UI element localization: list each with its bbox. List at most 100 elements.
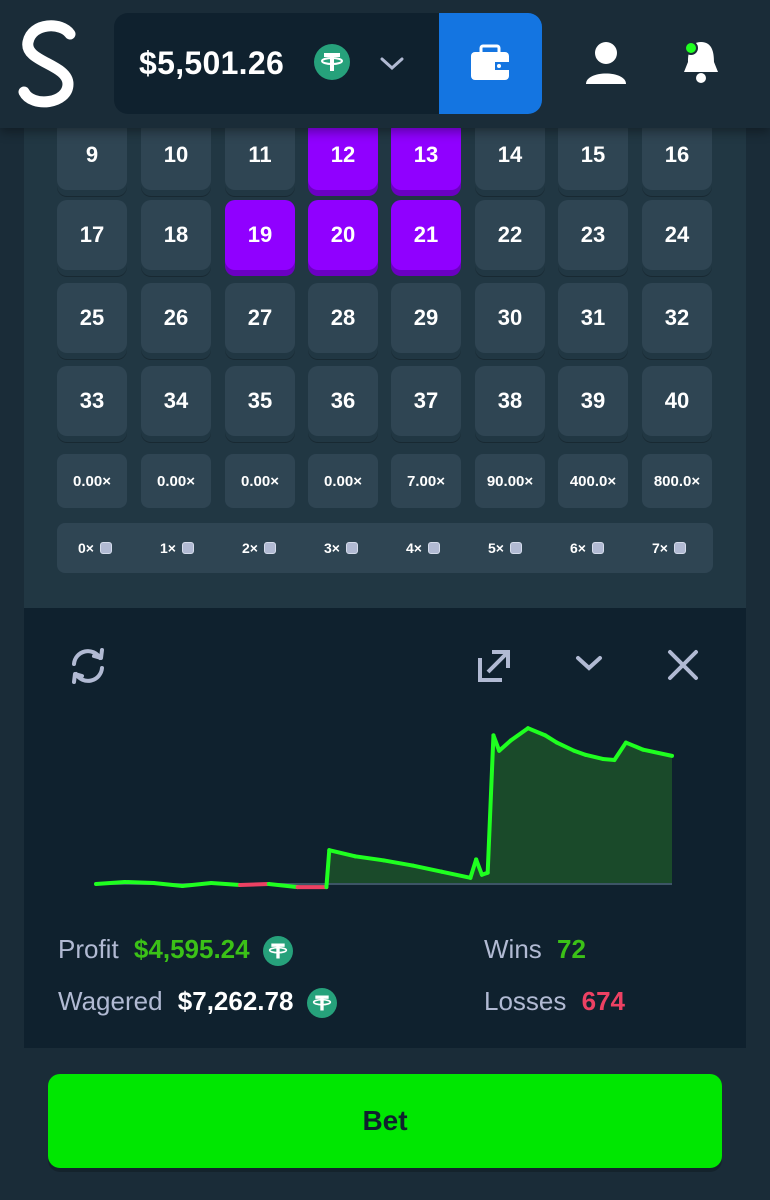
tether-icon <box>262 936 293 967</box>
wagered-value: $7,262.78 <box>177 986 294 1016</box>
chevron-down-icon <box>380 57 404 71</box>
balance-selector[interactable]: $5,501.26 <box>114 13 440 114</box>
number-tile[interactable]: 9 <box>57 120 127 190</box>
number-tile[interactable]: 18 <box>141 200 211 270</box>
number-tile[interactable]: 40 <box>642 366 712 436</box>
number-tile[interactable]: 38 <box>475 366 545 436</box>
hit-count-label: 0× <box>78 540 94 556</box>
number-tile[interactable]: 32 <box>642 283 712 353</box>
number-tile[interactable]: 22 <box>475 200 545 270</box>
popout-icon[interactable] <box>476 646 514 684</box>
number-tile[interactable]: 33 <box>57 366 127 436</box>
top-bar: $5,501.26 <box>0 0 770 128</box>
hit-count-item: 1× <box>160 523 194 573</box>
stake-logo[interactable] <box>18 20 82 110</box>
gem-icon <box>591 542 604 554</box>
hit-count-label: 3× <box>324 540 340 556</box>
notification-dot <box>684 41 698 55</box>
wagered-row: Wagered $7,262.78 <box>58 986 337 1019</box>
payout-multiplier: 0.00× <box>141 454 211 508</box>
losses-row: Losses 674 <box>484 986 625 1017</box>
profit-line-segment <box>238 882 271 888</box>
hit-count-label: 6× <box>570 540 586 556</box>
hit-count-label: 5× <box>488 540 504 556</box>
hit-count-item: 6× <box>570 523 604 573</box>
hit-count-label: 2× <box>242 540 258 556</box>
number-tile[interactable]: 23 <box>558 200 628 270</box>
profit-chart <box>94 726 674 890</box>
gem-icon <box>345 542 358 554</box>
losses-value: 674 <box>581 986 626 1016</box>
payout-multiplier: 800.0× <box>642 454 712 508</box>
bell-icon[interactable] <box>678 38 724 86</box>
bet-button[interactable]: Bet <box>48 1074 722 1168</box>
close-icon[interactable] <box>666 648 700 682</box>
number-tile[interactable]: 20 <box>308 200 378 270</box>
hit-count-item: 2× <box>242 523 276 573</box>
hit-count-item: 3× <box>324 523 358 573</box>
hit-count-item: 7× <box>652 523 686 573</box>
number-tile[interactable]: 14 <box>475 120 545 190</box>
profit-value: $4,595.24 <box>133 934 250 964</box>
number-tile[interactable]: 37 <box>391 366 461 436</box>
profit-label: Profit <box>58 934 119 964</box>
number-tile[interactable]: 17 <box>57 200 127 270</box>
gem-icon <box>181 542 194 554</box>
payout-multiplier: 0.00× <box>308 454 378 508</box>
number-tile[interactable]: 13 <box>391 120 461 190</box>
hit-count-item: 4× <box>406 523 440 573</box>
profit-line-segment <box>94 879 127 886</box>
tether-icon <box>306 988 337 1019</box>
number-tile[interactable]: 26 <box>141 283 211 353</box>
payout-multiplier: 0.00× <box>57 454 127 508</box>
tether-icon <box>314 44 350 80</box>
number-tile[interactable]: 35 <box>225 366 295 436</box>
profit-row: Profit $4,595.24 <box>58 934 293 967</box>
payout-multiplier: 400.0× <box>558 454 628 508</box>
hit-count-label: 4× <box>406 540 422 556</box>
number-tile[interactable]: 19 <box>225 200 295 270</box>
number-tile[interactable]: 21 <box>391 200 461 270</box>
wins-value: 72 <box>557 934 586 964</box>
losses-label: Losses <box>484 986 567 1016</box>
user-icon[interactable] <box>584 40 628 86</box>
hit-count-item: 0× <box>78 523 112 573</box>
number-tile[interactable]: 29 <box>391 283 461 353</box>
wallet-button[interactable] <box>439 13 542 114</box>
refresh-icon[interactable] <box>66 646 110 686</box>
wallet-icon <box>471 44 509 80</box>
number-tile[interactable]: 31 <box>558 283 628 353</box>
number-tile[interactable]: 30 <box>475 283 545 353</box>
number-tile[interactable]: 16 <box>642 120 712 190</box>
profit-line-segment <box>122 879 156 885</box>
hit-count-label: 1× <box>160 540 176 556</box>
profit-area <box>96 728 672 888</box>
number-tile[interactable]: 39 <box>558 366 628 436</box>
wins-label: Wins <box>484 934 542 964</box>
number-tile[interactable]: 34 <box>141 366 211 436</box>
number-tile[interactable]: 28 <box>308 283 378 353</box>
gem-icon <box>509 542 522 554</box>
gem-icon <box>99 542 112 554</box>
keno-board: 9 10 11 12 13 14 15 16 17 18 19 20 21 22 23 24 25 26 27 28 2… <box>24 120 746 608</box>
balance-amount: $5,501.26 <box>139 45 285 81</box>
number-tile[interactable]: 10 <box>141 120 211 190</box>
payout-multiplier: 7.00× <box>391 454 461 508</box>
hit-count-label: 7× <box>652 540 668 556</box>
payout-multiplier: 0.00× <box>225 454 295 508</box>
number-tile[interactable]: 15 <box>558 120 628 190</box>
payout-multiplier: 90.00× <box>475 454 545 508</box>
number-tile[interactable]: 27 <box>225 283 295 353</box>
chevron-down-icon[interactable] <box>574 652 604 674</box>
wins-row: Wins 72 <box>484 934 586 965</box>
wagered-label: Wagered <box>58 986 163 1016</box>
number-tile[interactable]: 24 <box>642 200 712 270</box>
gem-icon <box>673 542 686 554</box>
number-tile[interactable]: 12 <box>308 120 378 190</box>
number-tile[interactable]: 25 <box>57 283 127 353</box>
gem-icon <box>427 542 440 554</box>
number-tile[interactable]: 36 <box>308 366 378 436</box>
hits-bar: 0× 1× 2× 3× 4× 5× 6× 7× <box>57 523 713 573</box>
gem-icon <box>263 542 276 554</box>
number-tile[interactable]: 11 <box>225 120 295 190</box>
